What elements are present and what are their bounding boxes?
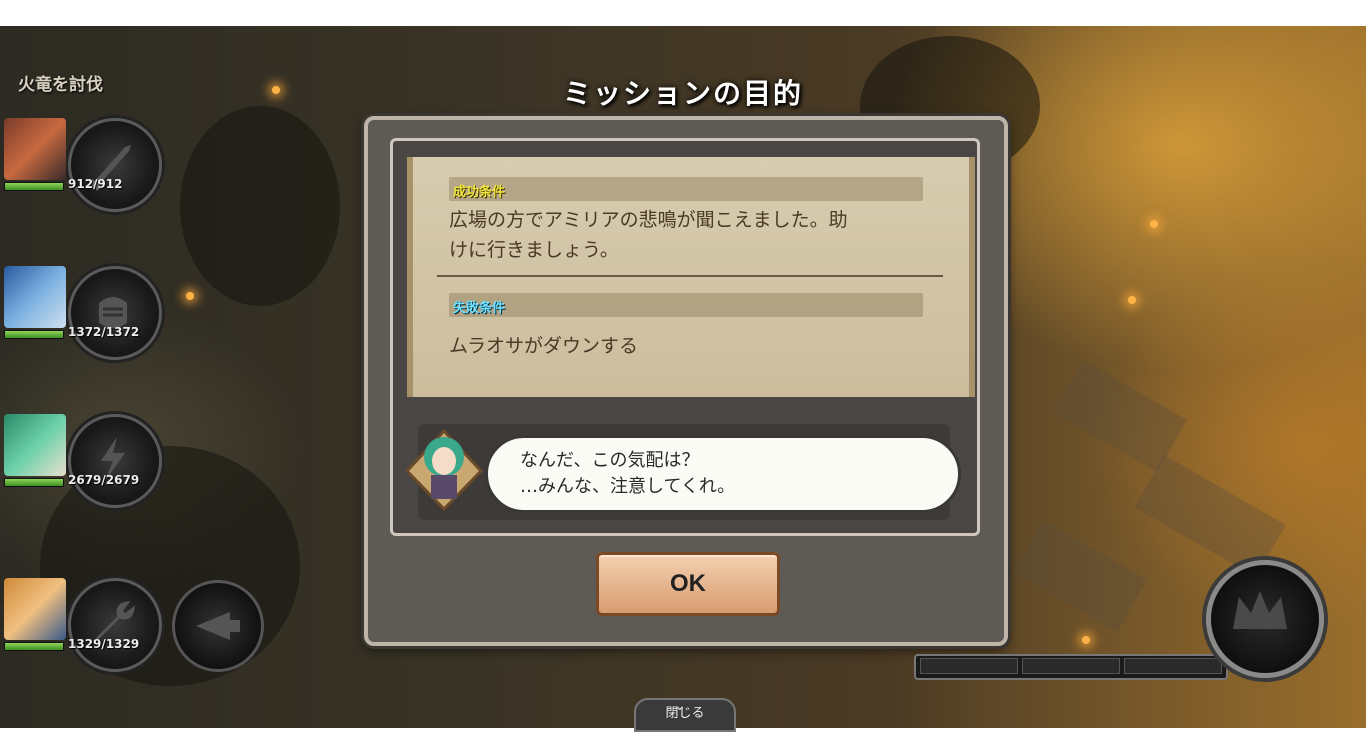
- avatar: [4, 414, 66, 476]
- hp-value: 912/912: [68, 177, 123, 191]
- hp-value: 1372/1372: [68, 325, 140, 339]
- extra-skill-button[interactable]: [172, 580, 264, 672]
- avatar: [4, 578, 66, 640]
- gauge-segment: [1124, 658, 1222, 674]
- hp-value: 1329/1329: [68, 637, 140, 651]
- avatar: [4, 266, 66, 328]
- failure-text: ムラオサがダウンする: [449, 335, 639, 357]
- speaker-avatar: [405, 428, 483, 511]
- success-label-bar: 成功条件: [449, 177, 923, 201]
- avatar: [4, 118, 66, 180]
- failure-label-bar: 失敗条件: [449, 293, 923, 317]
- objectives-scroll: 成功条件 広場の方でアミリアの悲鳴が聞こえました。助 けに行きましょう。 失敗条…: [407, 157, 975, 397]
- success-text-line-1: 広場の方でアミリアの悲鳴が聞こえました。助: [449, 209, 848, 231]
- arrow-icon: [196, 612, 240, 640]
- special-skill-button[interactable]: [1206, 560, 1324, 678]
- hp-bar: [4, 478, 64, 487]
- party-unit-3[interactable]: 2679/2679: [0, 414, 162, 534]
- party-unit-2[interactable]: 1372/1372: [0, 266, 162, 386]
- divider: [437, 275, 943, 277]
- party-unit-1[interactable]: 912/912: [0, 118, 162, 238]
- party-unit-4[interactable]: 1329/1329: [0, 578, 162, 698]
- dialog-content: 成功条件 広場の方でアミリアの悲鳴が聞こえました。助 けに行きましょう。 失敗条…: [390, 138, 980, 536]
- speech-bubble: なんだ、この気配は？ …みんな、注意してくれ。: [485, 435, 961, 513]
- success-text-line-2: けに行きましょう。: [449, 239, 619, 261]
- skill-button[interactable]: [68, 414, 162, 508]
- success-label: 成功条件: [453, 185, 506, 200]
- special-gauge: [914, 654, 1228, 680]
- hp-bar: [4, 642, 64, 651]
- chevron-down-icon: ⌄: [674, 698, 686, 714]
- hp-bar: [4, 330, 64, 339]
- hp-bar: [4, 182, 64, 191]
- dialog-title: ミッションの目的: [562, 77, 803, 110]
- close-button[interactable]: ⌄ 閉じる: [634, 698, 736, 732]
- skill-button[interactable]: [68, 578, 162, 672]
- crown-icon: [1233, 591, 1287, 629]
- speech-line-2: …みんな、注意してくれ。: [520, 476, 736, 497]
- gauge-segment: [1022, 658, 1120, 674]
- gauge-segment: [920, 658, 1018, 674]
- failure-label: 失敗条件: [453, 301, 506, 316]
- skill-button[interactable]: [68, 266, 162, 360]
- skill-button[interactable]: [68, 118, 162, 212]
- speech-line-1: なんだ、この気配は？: [520, 450, 700, 471]
- ok-button[interactable]: OK: [596, 552, 780, 616]
- hp-value: 2679/2679: [68, 473, 140, 487]
- mission-dialog: 成功条件 広場の方でアミリアの悲鳴が聞こえました。助 けに行きましょう。 失敗条…: [364, 116, 1008, 646]
